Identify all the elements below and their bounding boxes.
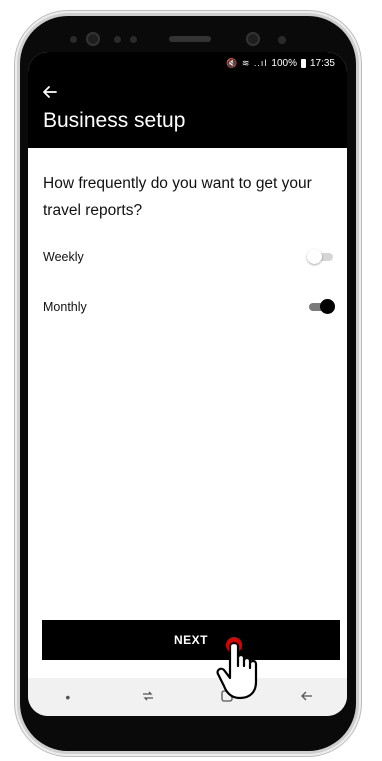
android-nav-bar: • [28,678,347,716]
app-header: Business setup [28,74,347,148]
status-icons: 🔇 ≋ ..ıl [226,57,268,68]
option-label-monthly: Monthly [43,300,87,314]
recents-icon[interactable] [128,689,168,706]
battery-icon [300,58,306,68]
page-title: Business setup [43,109,186,132]
phone-screen: 🔇 ≋ ..ıl 100% 17:35 Business setup How f… [28,52,347,716]
weekly-toggle[interactable] [307,248,335,266]
option-weekly[interactable]: Weekly [43,245,335,269]
recents-icon-svg [142,691,153,700]
camera [86,32,100,46]
option-label-weekly: Weekly [43,250,84,264]
arrow-left-icon[interactable] [42,84,62,104]
monthly-toggle[interactable] [309,298,335,316]
stage: 🔇 ≋ ..ıl 100% 17:35 Business setup How f… [0,0,382,761]
home-icon[interactable] [207,689,247,706]
back-icon[interactable] [287,689,327,706]
arrow-left-icon-svg [43,86,57,98]
question-text: How frequently do you want to get your t… [43,175,312,219]
dot-icon: • [65,689,71,705]
toggle-thumb [320,299,335,314]
clock: 17:35 [309,57,335,69]
sensor [114,36,121,43]
front-camera [246,32,260,46]
option-monthly[interactable]: Monthly [43,295,335,319]
back-icon-svg [301,691,313,700]
status-bar: 🔇 ≋ ..ıl 100% 17:35 [28,52,347,74]
next-button[interactable]: NEXT [42,620,340,660]
toggle-thumb [307,249,322,264]
battery-level: 100% [271,57,297,69]
home-icon-svg [221,689,234,702]
power-button [356,238,360,278]
earpiece-speaker [169,36,211,42]
sensor [130,36,137,43]
sensor [278,36,286,44]
sensor [70,36,77,43]
